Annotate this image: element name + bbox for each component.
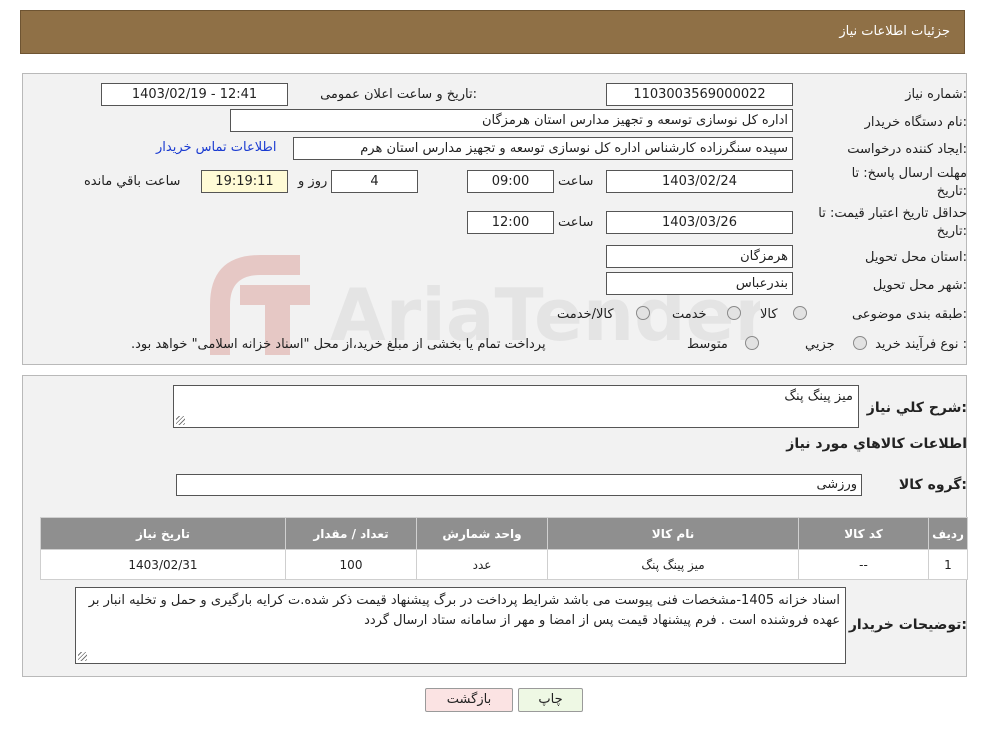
announce-field: 1403/02/19 - 12:41 <box>101 83 288 106</box>
validity-time-label: ساعت <box>558 215 594 230</box>
col-quantity: تعداد / مقدار <box>285 517 417 550</box>
buyer-contact-link[interactable]: اطلاعات تماس خریدار <box>156 140 276 155</box>
col-need-date: تاریخ نیاز <box>40 517 286 550</box>
province-label: استان محل تحویل: <box>865 250 967 265</box>
deadline-date-field: 1403/02/24 <box>606 170 793 193</box>
process-minor-label: جزیي <box>805 337 835 352</box>
col-goods-code: کد کالا <box>798 517 929 550</box>
resize-grip-icon[interactable] <box>78 652 87 661</box>
process-label: نوع فرآیند خرید : <box>875 337 967 352</box>
category-service-radio[interactable] <box>727 306 741 320</box>
goods-group-label: گروه کالا: <box>898 477 967 493</box>
cell-need-date: 1403/02/31 <box>40 549 286 580</box>
province-field: هرمزگان <box>606 245 793 268</box>
goods-info-title: اطلاعات کالاهاي مورد نياز <box>786 436 967 452</box>
announce-label: تاریخ و ساعت اعلان عمومی: <box>320 87 477 102</box>
page-header: جزئیات اطلاعات نیاز <box>20 10 965 54</box>
col-row-number: رديف <box>928 517 968 550</box>
buyer-org-label: نام دستگاه خریدار: <box>864 115 967 130</box>
page-title: جزئیات اطلاعات نیاز <box>839 24 950 39</box>
table-row[interactable]: 1 -- میز پینگ پنگ عدد 100 1403/02/31 <box>40 549 968 580</box>
cell-quantity: 100 <box>285 549 417 580</box>
days-field: 4 <box>331 170 418 193</box>
goods-group-field: ورزشی <box>176 474 862 496</box>
need-number-label: شماره نیاز: <box>905 87 967 102</box>
general-description-text: میز پینگ پنگ <box>784 389 853 404</box>
process-medium-label: متوسط <box>687 337 728 352</box>
cell-goods-name: میز پینگ پنگ <box>547 549 799 580</box>
deadline-label: مهلت ارسال پاسخ: تا <box>851 166 967 181</box>
validity-date-field: 1403/03/26 <box>606 211 793 234</box>
deadline-time-label: ساعت <box>558 174 594 189</box>
category-goods-service-radio[interactable] <box>636 306 650 320</box>
category-label: طبقه بندی موضوعی: <box>851 307 967 322</box>
need-number-field: 1103003569000022 <box>606 83 793 106</box>
resize-grip-icon[interactable] <box>176 416 185 425</box>
validity-label: حداقل تاریخ اعتبار قیمت: تا <box>818 206 967 221</box>
process-medium-radio[interactable] <box>745 336 759 350</box>
buyer-notes-label: توضیحات خریدار: <box>848 617 967 633</box>
city-field: بندرعباس <box>606 272 793 295</box>
validity-label-date: تاریخ: <box>936 224 967 239</box>
validity-time-field: 12:00 <box>467 211 554 234</box>
category-goods-label: کالا <box>760 307 778 322</box>
cell-row-number: 1 <box>928 549 968 580</box>
general-description-label: شرح كلي نياز: <box>866 400 967 416</box>
remaining-time-field: 19:19:11 <box>201 170 288 193</box>
requester-label: ایجاد کننده درخواست: <box>847 142 967 157</box>
buyer-notes-field[interactable]: اسناد خزانه 1405-مشخصات فنی پیوست می باش… <box>75 587 846 664</box>
category-service-label: خدمت <box>672 307 707 322</box>
deadline-time-field: 09:00 <box>467 170 554 193</box>
deadline-label-date: تاریخ: <box>936 184 967 199</box>
cell-unit: عدد <box>416 549 548 580</box>
buyer-notes-text: اسناد خزانه 1405-مشخصات فنی پیوست می باش… <box>88 593 840 628</box>
buyer-org-field: اداره کل نوسازی توسعه و تجهیز مدارس استا… <box>230 109 793 132</box>
col-goods-name: نام کالا <box>547 517 799 550</box>
category-goods-radio[interactable] <box>793 306 807 320</box>
days-label: روز و <box>298 174 328 189</box>
process-minor-radio[interactable] <box>853 336 867 350</box>
remaining-label: ساعت باقي مانده <box>84 174 181 189</box>
goods-table: رديف کد کالا نام کالا واحد شمارش تعداد /… <box>40 517 968 580</box>
category-goods-service-label: کالا/خدمت <box>557 307 614 322</box>
back-button[interactable]: بازگشت <box>425 688 513 712</box>
process-note: پرداخت تمام یا بخشی از مبلغ خرید،از محل … <box>131 337 546 352</box>
city-label: شهر محل تحویل: <box>872 278 967 293</box>
requester-field: سپیده سنگرزاده کارشناس اداره کل نوسازی ت… <box>293 137 793 160</box>
cell-goods-code: -- <box>798 549 929 580</box>
general-description-field[interactable]: میز پینگ پنگ <box>173 385 859 428</box>
table-header-row: رديف کد کالا نام کالا واحد شمارش تعداد /… <box>40 517 968 550</box>
print-button[interactable]: چاپ <box>518 688 583 712</box>
col-unit: واحد شمارش <box>416 517 548 550</box>
